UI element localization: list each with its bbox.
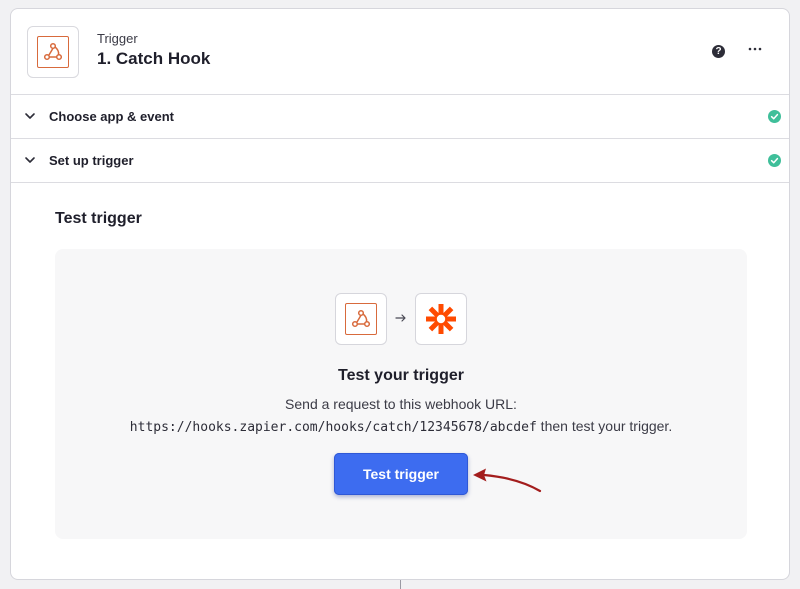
test-instructions: Send a request to this webhook URL: http… — [55, 393, 747, 439]
more-options-icon[interactable] — [747, 41, 763, 57]
webhook-source-icon-box — [335, 293, 387, 345]
chevron-down-icon — [25, 113, 35, 119]
annotation-arrow-icon — [473, 468, 542, 493]
section-label: Choose app & event — [49, 109, 174, 124]
test-trigger-button[interactable]: Test trigger — [334, 453, 468, 495]
section-choose-app-event[interactable]: Choose app & event — [11, 95, 789, 139]
arrow-right-icon — [395, 314, 406, 322]
section-set-up-trigger[interactable]: Set up trigger — [11, 139, 789, 183]
webhook-icon — [43, 42, 63, 61]
chevron-down-icon — [25, 157, 35, 163]
test-trigger-heading: Test trigger — [55, 210, 142, 227]
section-label: Set up trigger — [49, 153, 134, 168]
trigger-step-card: Trigger 1. Catch Hook ? Choose app & eve… — [10, 8, 790, 580]
check-circle-icon — [768, 110, 781, 123]
check-circle-icon — [768, 154, 781, 167]
test-your-trigger-title: Test your trigger — [338, 367, 464, 384]
instructions-line-2: https://hooks.zapier.com/hooks/catch/123… — [55, 415, 747, 439]
test-trigger-panel: Test your trigger Send a request to this… — [55, 249, 747, 539]
webhook-app-icon — [27, 26, 79, 78]
step-title: 1. Catch Hook — [97, 49, 211, 68]
flow-connector-line — [400, 580, 401, 589]
webhook-icon — [351, 309, 371, 328]
zapier-icon — [426, 304, 456, 334]
webhook-url[interactable]: https://hooks.zapier.com/hooks/catch/123… — [130, 420, 537, 435]
zapier-target-icon-box — [415, 293, 467, 345]
page: Trigger 1. Catch Hook ? Choose app & eve… — [0, 0, 800, 589]
instructions-line-1: Send a request to this webhook URL: — [285, 396, 517, 412]
instructions-suffix: then test your trigger. — [536, 418, 673, 434]
step-header[interactable]: Trigger 1. Catch Hook ? — [11, 9, 789, 95]
help-icon[interactable]: ? — [712, 45, 725, 58]
step-type-label: Trigger — [97, 31, 138, 46]
